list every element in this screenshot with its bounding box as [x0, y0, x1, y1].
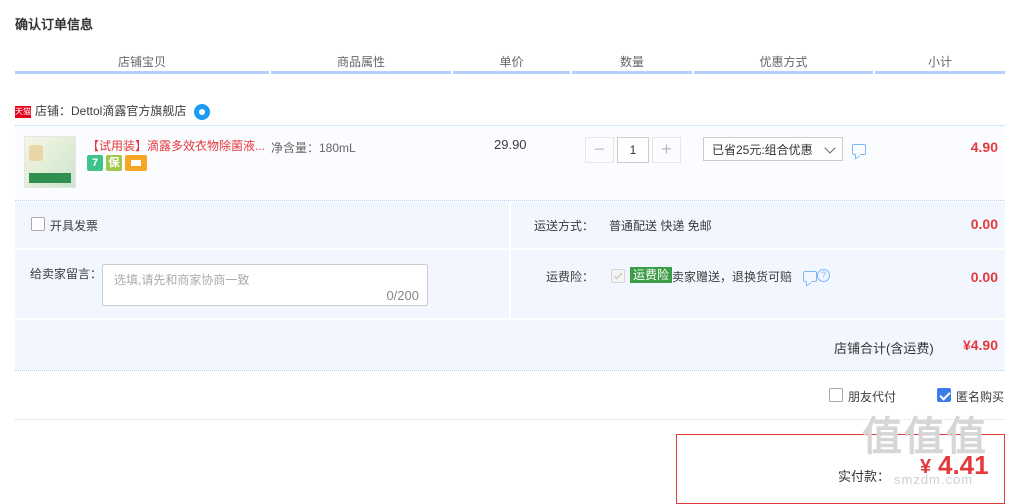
insurance-checkbox [611, 269, 625, 283]
message-char-counter: 0/200 [386, 288, 419, 303]
header-separator [692, 71, 694, 74]
product-name-link[interactable]: 【试用装】滴露多效衣物除菌液... [87, 137, 265, 154]
message-placeholder: 选填,请先和商家协商一致 [114, 273, 250, 287]
header-separator [269, 71, 271, 74]
promotion-select[interactable]: 已省25元:组合优惠 [703, 137, 843, 161]
wangwang-icon[interactable] [194, 103, 211, 120]
product-attribute: 净含量：180mL [271, 141, 356, 155]
friend-pay-checkbox[interactable] [829, 388, 843, 402]
shipping-method: 普通配送 快递 免邮 [609, 219, 712, 233]
panel-divider [509, 202, 511, 318]
col-header-unit-price: 单价 [499, 55, 524, 69]
shop-total-amount: ¥4.90 [962, 337, 998, 353]
col-header-promotion: 优惠方式 [759, 55, 808, 69]
header-separator [451, 71, 453, 74]
chat-bubble-icon[interactable] [852, 144, 866, 155]
chat-bubble-icon[interactable] [803, 271, 817, 282]
panel-bottom-divider [15, 370, 1005, 371]
invoice-label[interactable]: 开具发票 [50, 217, 98, 234]
unit-price: 29.90 [494, 137, 527, 152]
page-title: 确认订单信息 [15, 17, 94, 32]
quantity-stepper: − 1 + [585, 137, 681, 163]
panel-divider [15, 248, 1005, 250]
col-header-quantity: 数量 [619, 55, 644, 69]
shop-row: 天猫 店铺：Dettol滴露官方旗舰店 [15, 101, 211, 121]
insurance-fee: 0.00 [970, 269, 998, 285]
panel-divider [15, 318, 1005, 320]
card-icon[interactable] [125, 155, 147, 171]
col-header-shop-item: 店铺宝贝 [117, 55, 166, 69]
shipping-label: 运送方式： [534, 219, 595, 233]
shipping-fee: 0.00 [970, 216, 998, 232]
watermark-domain: smzdm.com [894, 472, 974, 487]
tmall-badge: 天猫 [15, 105, 31, 118]
seven-day-return-icon[interactable]: 7 [87, 155, 103, 171]
help-icon[interactable]: ? [817, 269, 830, 282]
quantity-input[interactable]: 1 [617, 137, 649, 163]
invoice-checkbox[interactable] [31, 217, 45, 231]
col-header-subtotal: 小计 [927, 55, 952, 69]
insurance-label: 运费险： [546, 270, 595, 284]
message-textarea[interactable]: 选填,请先和商家协商一致 0/200 [102, 264, 428, 306]
insurance-badge: 运费险 [630, 267, 673, 283]
message-label: 给卖家留言： [30, 267, 103, 281]
header-separator [873, 71, 875, 74]
promotion-selected-value: 已省25元:组合优惠 [712, 143, 813, 157]
friend-pay-label[interactable]: 朋友代付 [848, 388, 896, 405]
options-divider [15, 419, 1005, 420]
chevron-down-icon [824, 142, 836, 154]
shop-total-label: 店铺合计(含运费) [834, 341, 934, 356]
quantity-minus-button[interactable]: − [585, 137, 614, 163]
shop-name[interactable]: 店铺：Dettol滴露官方旗舰店 [35, 104, 186, 118]
guarantee-icon[interactable]: 保 [106, 155, 122, 171]
anonymous-purchase-checkbox[interactable] [937, 388, 951, 402]
product-thumbnail[interactable] [24, 136, 76, 188]
quantity-plus-button[interactable]: + [652, 137, 681, 163]
col-header-attributes: 商品属性 [336, 55, 385, 69]
header-separator [570, 71, 572, 74]
service-icons: 7 保 [87, 155, 147, 172]
insurance-description: 卖家赠送，退换货可赔 [672, 270, 793, 284]
payment-label: 实付款： [838, 469, 891, 484]
header-divider [15, 71, 1005, 74]
anonymous-purchase-label[interactable]: 匿名购买 [956, 388, 1004, 405]
item-subtotal: 4.90 [970, 139, 998, 155]
